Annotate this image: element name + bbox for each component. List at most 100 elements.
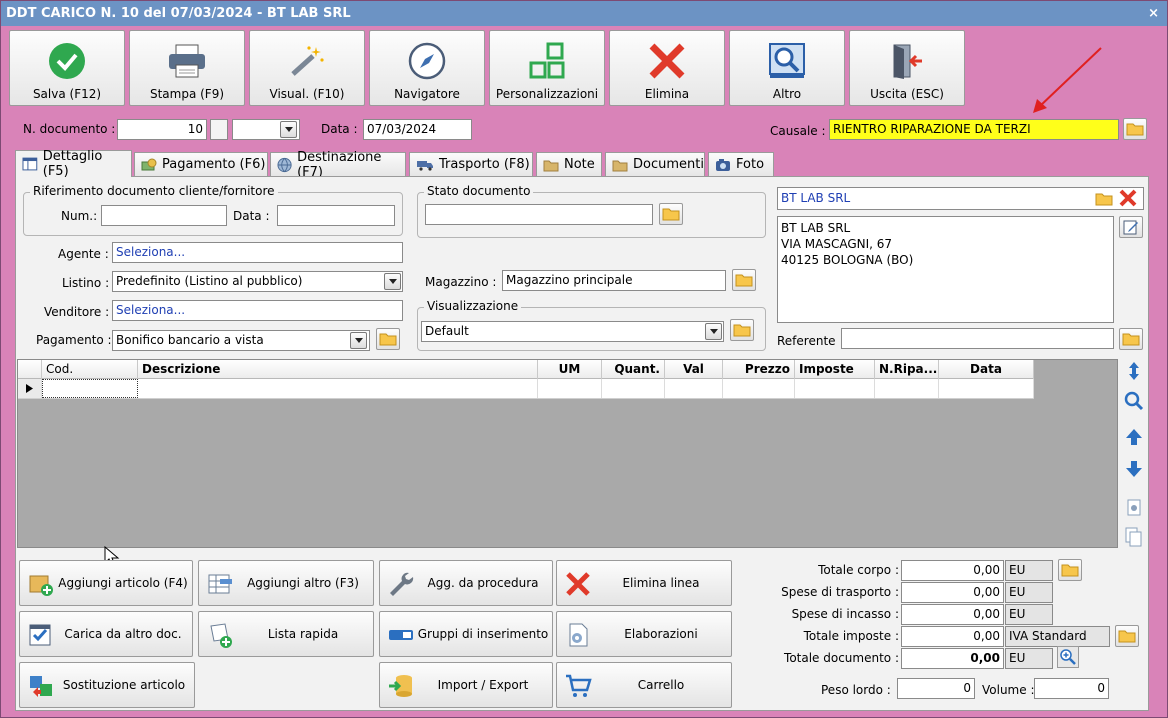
- insertion-groups-button[interactable]: Gruppi di inserimento: [379, 611, 553, 657]
- folder-icon: [1126, 123, 1144, 136]
- status-folder-button[interactable]: [659, 203, 683, 225]
- tax-folder-button[interactable]: [1115, 625, 1139, 647]
- causale-folder-button[interactable]: [1123, 118, 1147, 140]
- column-header[interactable]: N.Ripa...: [875, 360, 939, 379]
- duplicate-line-button[interactable]: [1123, 525, 1145, 549]
- chevron-down-icon[interactable]: [350, 332, 367, 349]
- cell-tax[interactable]: [795, 379, 875, 398]
- search-button[interactable]: [1123, 389, 1145, 413]
- copy-line-button[interactable]: [1123, 495, 1145, 519]
- column-header[interactable]: Descrizione: [138, 360, 538, 379]
- agent-label: Agente :: [58, 247, 109, 261]
- customize-button[interactable]: Personalizzazioni: [489, 30, 605, 106]
- referente-folder-button[interactable]: [1119, 328, 1143, 350]
- causale-field[interactable]: RIENTRO RIPARAZIONE DA TERZI: [829, 119, 1119, 140]
- cart-button[interactable]: Carrello: [556, 662, 732, 708]
- total-body-folder-button[interactable]: [1058, 559, 1082, 581]
- price-list-select[interactable]: Predefinito (Listino al pubblico): [112, 271, 403, 292]
- chevron-down-icon[interactable]: [280, 121, 297, 138]
- column-header[interactable]: Imposte: [795, 360, 875, 379]
- tab-dettaglio-label: Dettaglio (F5): [42, 149, 103, 179]
- view-folder-button[interactable]: [730, 319, 754, 341]
- volume-field[interactable]: 0: [1034, 678, 1109, 699]
- tab-destinazione[interactable]: Destinazione (F7): [270, 150, 406, 180]
- doc-number-label: N. documento :: [23, 122, 116, 136]
- import-export-button[interactable]: Import / Export: [379, 662, 553, 708]
- move-down-button[interactable]: [1123, 457, 1145, 481]
- folder-icon[interactable]: [1095, 192, 1113, 206]
- ref-date-field[interactable]: [277, 205, 395, 226]
- column-header[interactable]: Data: [939, 360, 1034, 379]
- add-item-button[interactable]: Aggiungi articolo (F4): [19, 560, 193, 606]
- tab-pagamento[interactable]: Pagamento (F6): [134, 152, 268, 176]
- column-header[interactable]: Val: [665, 360, 723, 379]
- tab-trasporto[interactable]: Trasporto (F8): [409, 152, 533, 176]
- column-header[interactable]: UM: [538, 360, 602, 379]
- exit-button[interactable]: Uscita (ESC): [849, 30, 965, 106]
- other-label: Altro: [772, 87, 802, 101]
- chevron-down-icon[interactable]: [705, 323, 722, 340]
- folder-icon: [1122, 333, 1140, 346]
- print-button[interactable]: Stampa (F9): [129, 30, 245, 106]
- address-line: 40125 BOLOGNA (BO): [781, 253, 914, 267]
- ref-num-field[interactable]: [101, 205, 227, 226]
- cell-quantity[interactable]: [602, 379, 665, 398]
- tab-dettaglio[interactable]: Dettaglio (F5): [15, 149, 132, 179]
- cell-price[interactable]: [723, 379, 795, 398]
- table-row[interactable]: [18, 379, 1034, 399]
- add-from-procedure-button[interactable]: Agg. da procedura: [379, 560, 553, 606]
- resize-vertical-button[interactable]: [1123, 359, 1145, 383]
- payment-folder-button[interactable]: [376, 328, 400, 350]
- cell-repair-number[interactable]: [875, 379, 939, 398]
- replace-item-button[interactable]: Sostituzione articolo: [19, 662, 195, 708]
- cell-val[interactable]: [665, 379, 723, 398]
- delete-button[interactable]: Elimina: [609, 30, 725, 106]
- seller-label: Venditore :: [44, 305, 110, 319]
- edit-icon: [1123, 220, 1138, 235]
- column-header[interactable]: Quant.: [602, 360, 665, 379]
- column-header[interactable]: Prezzo: [723, 360, 795, 379]
- tab-note[interactable]: Note: [536, 152, 602, 176]
- cell-um[interactable]: [538, 379, 602, 398]
- cell-description[interactable]: [138, 379, 538, 398]
- view-select[interactable]: Default: [421, 321, 724, 342]
- add-other-button[interactable]: Aggiungi altro (F3): [198, 560, 374, 606]
- status-field[interactable]: [425, 204, 653, 225]
- total-tax-label: Totale imposte :: [803, 629, 899, 643]
- doc-number-field[interactable]: 10: [117, 119, 207, 140]
- column-header[interactable]: Cod.: [42, 360, 138, 379]
- cell-date[interactable]: [939, 379, 1034, 398]
- date-field[interactable]: 07/03/2024: [363, 119, 472, 140]
- warehouse-folder-button[interactable]: [732, 269, 756, 291]
- other-button[interactable]: Altro: [729, 30, 845, 106]
- seller-field[interactable]: Seleziona...: [112, 300, 403, 321]
- close-icon[interactable]: ×: [1148, 1, 1159, 26]
- agent-field[interactable]: Seleziona...: [112, 242, 403, 263]
- view-group-title: Visualizzazione: [424, 299, 522, 313]
- cell-code[interactable]: [42, 379, 138, 398]
- edit-address-button[interactable]: [1119, 216, 1143, 238]
- gross-weight-field[interactable]: 0: [897, 678, 975, 699]
- save-button[interactable]: Salva (F12): [9, 30, 125, 106]
- tab-foto[interactable]: Foto: [708, 152, 774, 176]
- customer-name-field[interactable]: BT LAB SRL: [777, 187, 1144, 210]
- warehouse-field[interactable]: Magazzino principale: [502, 270, 726, 291]
- doc-suffix-field[interactable]: [210, 119, 228, 140]
- load-from-doc-button[interactable]: Carica da altro doc.: [19, 611, 193, 657]
- remove-customer-icon[interactable]: [1119, 189, 1137, 207]
- collection-cost-field[interactable]: 0,00: [901, 604, 1004, 625]
- referente-field[interactable]: [841, 328, 1114, 349]
- grid-header: Cod. Descrizione UM Quant. Val Prezzo Im…: [18, 360, 1034, 379]
- visual-button[interactable]: Visual. (F10): [249, 30, 365, 106]
- delete-line-button[interactable]: Elimina linea: [556, 560, 732, 606]
- navigator-button[interactable]: Navigatore: [369, 30, 485, 106]
- total-document-zoom-button[interactable]: [1057, 646, 1079, 668]
- quick-list-button[interactable]: Lista rapida: [198, 611, 374, 657]
- processing-button[interactable]: Elaborazioni: [556, 611, 732, 657]
- lines-grid[interactable]: Cod. Descrizione UM Quant. Val Prezzo Im…: [17, 359, 1118, 548]
- shipping-cost-field[interactable]: 0,00: [901, 582, 1004, 603]
- move-up-button[interactable]: [1123, 425, 1145, 449]
- chevron-down-icon[interactable]: [384, 273, 401, 290]
- tab-documenti[interactable]: Documenti: [605, 152, 705, 176]
- payment-select[interactable]: Bonifico bancario a vista: [112, 330, 370, 351]
